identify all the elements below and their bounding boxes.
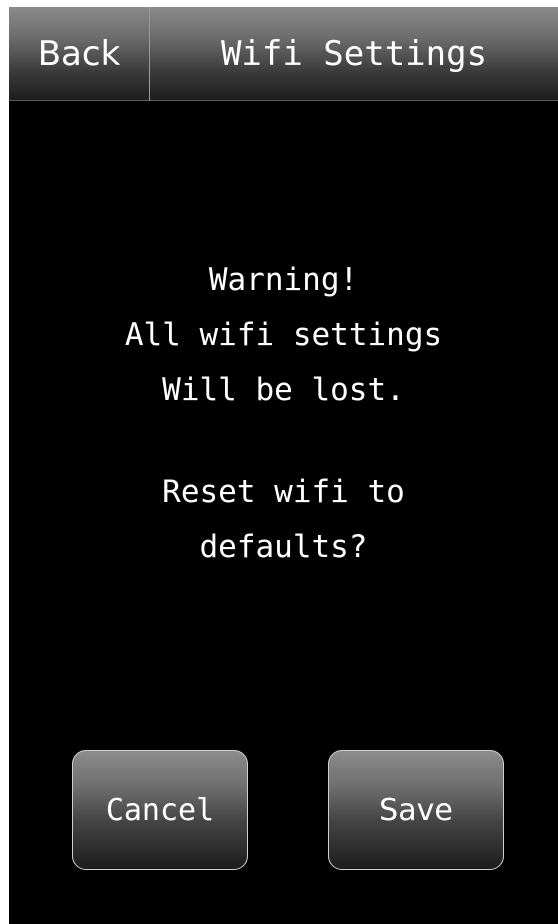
save-button[interactable]: Save (328, 750, 504, 870)
save-button-label: Save (379, 792, 453, 828)
warning-line-3: Will be lost. (162, 372, 405, 408)
cancel-button-label: Cancel (105, 792, 215, 828)
page-title: Wifi Settings (150, 7, 558, 101)
cancel-button[interactable]: Cancel (72, 750, 248, 870)
warning-line-1: Warning! (208, 262, 359, 298)
back-button-label: Back (37, 34, 121, 74)
header-bar: Back Wifi Settings (9, 7, 558, 101)
back-button[interactable]: Back (9, 7, 150, 101)
page-title-text: Wifi Settings (220, 34, 488, 74)
confirm-line-1: Reset wifi to (162, 474, 405, 510)
warning-message: Warning! All wifi settings Will be lost.… (9, 253, 558, 575)
confirm-line-2: defaults? (199, 529, 368, 565)
device-screen: Back Wifi Settings Warning! All wifi set… (9, 7, 558, 924)
warning-line-2: All wifi settings (124, 317, 443, 353)
